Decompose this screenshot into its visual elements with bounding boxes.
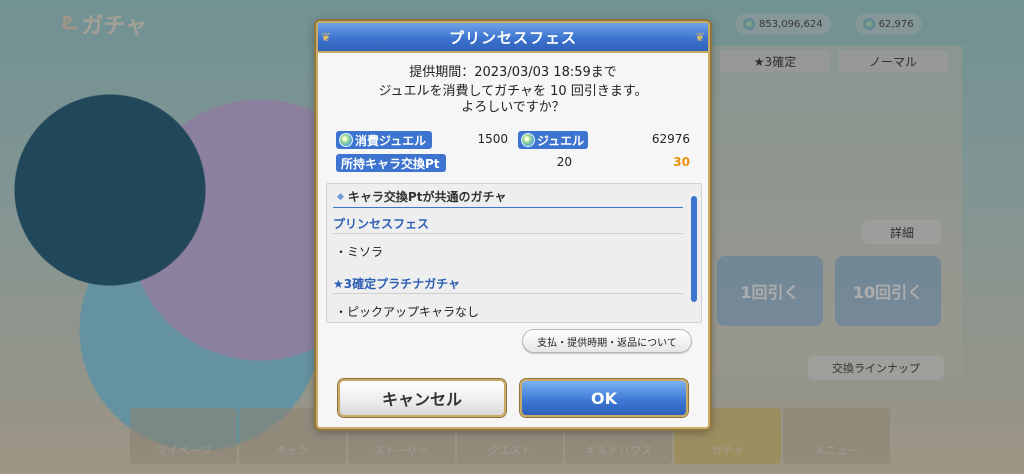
list-scrollbar[interactable] (691, 196, 697, 302)
jewel-icon (521, 133, 535, 147)
section-title: プリンセスフェス (333, 214, 683, 234)
list-item: ・ミソラ (335, 244, 384, 259)
payment-policy-button[interactable]: 支払・提供時期・返品について (522, 329, 692, 353)
exchange-pt-row: 所持キャラ交換Pt 20 30 (336, 154, 692, 172)
dialog-header: ❦ プリンセスフェス ❦ (318, 23, 708, 53)
jewel-balance: 62976 (651, 132, 690, 146)
jewel-label: ジュエル (537, 133, 585, 148)
cost-chip: 消費ジュエル (336, 131, 432, 149)
cancel-button[interactable]: キャンセル (338, 379, 506, 417)
ornament-left-icon: ❦ (321, 30, 333, 44)
cost-label: 消費ジュエル (355, 133, 427, 148)
pt-before: 20 (556, 155, 572, 169)
ok-button[interactable]: OK (520, 379, 688, 417)
jewel-icon (339, 133, 353, 147)
cost-value: 1500 (477, 132, 508, 146)
dialog-title: プリンセスフェス (448, 28, 577, 47)
jewel-chip: ジュエル (518, 131, 588, 149)
shared-gacha-list-content: ◆ キャラ交換Ptが共通のガチャ プリンセスフェス ・ミソラ ★3確定プラチナガ… (333, 186, 683, 322)
confirm-line-1: ジュエルを消費してガチャを 10 回引きます。 (378, 84, 648, 99)
gacha-confirm-dialog: ❦ プリンセスフェス ❦ 提供期間：2023/03/03 18:59まで ジュエ… (316, 21, 710, 429)
confirm-line-2: よろしいですか？ (461, 100, 565, 115)
cost-row: 消費ジュエル 1500 ジュエル 62976 (336, 131, 692, 149)
diamond-bullet-icon: ◆ (337, 191, 344, 202)
section-title: ★3確定プラチナガチャ (333, 274, 683, 294)
pt-label: 所持キャラ交換Pt (341, 156, 440, 171)
confirm-message: ジュエルを消費してガチャを 10 回引きます。 よろしいですか？ (318, 84, 708, 116)
list-header: ◆ キャラ交換Ptが共通のガチャ (333, 186, 683, 208)
shared-gacha-list[interactable]: ◆ キャラ交換Ptが共通のガチャ プリンセスフェス ・ミソラ ★3確定プラチナガ… (326, 183, 702, 323)
pt-after: 30 (673, 155, 690, 169)
list-header-label: キャラ交換Ptが共通のガチャ (347, 190, 507, 204)
list-item: ・ピックアップキャラなし (335, 304, 480, 319)
pt-chip: 所持キャラ交換Pt (336, 154, 446, 172)
offer-period: 提供期間：2023/03/03 18:59まで (409, 65, 617, 80)
ornament-right-icon: ❦ (695, 30, 707, 44)
